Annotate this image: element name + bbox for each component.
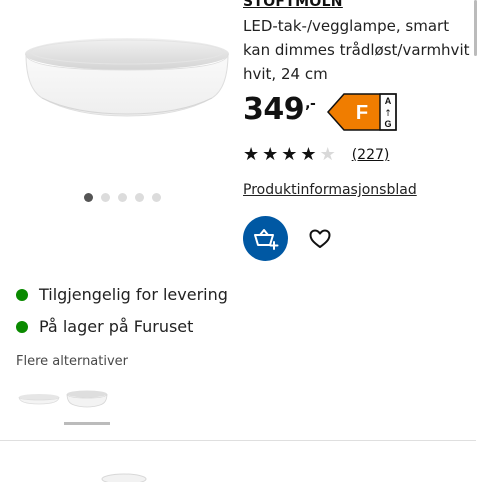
gallery-dot[interactable] [118,193,127,202]
favorite-button[interactable] [307,226,333,252]
energy-scale-arrow: ↑ [384,109,392,119]
heart-icon [309,229,331,248]
lamp-thumbnail-icon [66,390,108,408]
gallery-dot[interactable] [152,193,161,202]
status-dot-icon [16,320,28,333]
status-dot-icon [16,288,28,301]
star-icon: ★ [262,144,279,165]
product-image[interactable] [14,24,240,124]
product-datasheet-link[interactable]: Produktinformasjonsblad [243,182,417,198]
price-value: 349 [243,92,305,127]
availability-store-text: På lager på Furuset [39,317,194,336]
energy-scale-top: A [385,96,392,106]
star-icon: ★ [243,144,260,165]
alternative-thumbnail-selected[interactable] [64,382,110,425]
availability-delivery-text: Tilgjengelig for levering [39,285,228,304]
availability-store[interactable]: På lager på Furuset [16,317,193,336]
energy-scale-bottom: G [384,119,391,129]
availability-delivery[interactable]: Tilgjengelig for levering [16,285,228,304]
product-description: LED-tak-/vegglampe, smart kan dimmes trå… [243,17,470,83]
add-to-cart-button[interactable] [243,216,288,261]
gallery-dot[interactable] [84,193,93,202]
gallery-dot[interactable] [135,193,144,202]
alternatives-title: Flere alternativer [16,354,129,369]
section-divider [0,440,476,441]
star-empty-icon: ★ [319,144,336,165]
lamp-thumbnail-icon [18,394,60,405]
gallery-pagination [84,193,161,202]
product-name[interactable]: STOFTMOLN [243,0,343,10]
energy-grade: F [356,102,368,124]
product-rating[interactable]: ★ ★ ★ ★ ★ (227) [243,146,389,164]
rating-stars: ★ ★ ★ ★ ★ [243,146,336,164]
price-suffix: ,- [305,96,316,112]
cart-plus-icon [253,228,278,250]
star-icon: ★ [300,144,317,165]
product-price: 349,- [243,92,316,127]
alternative-thumbnail[interactable] [16,382,62,422]
energy-label-badge[interactable]: F A ↑ G [326,92,398,132]
star-icon: ★ [281,144,298,165]
review-count-link[interactable]: (227) [352,147,390,163]
gallery-dot[interactable] [101,193,110,202]
next-product-image[interactable] [98,470,150,482]
scrollbar[interactable] [474,0,477,56]
